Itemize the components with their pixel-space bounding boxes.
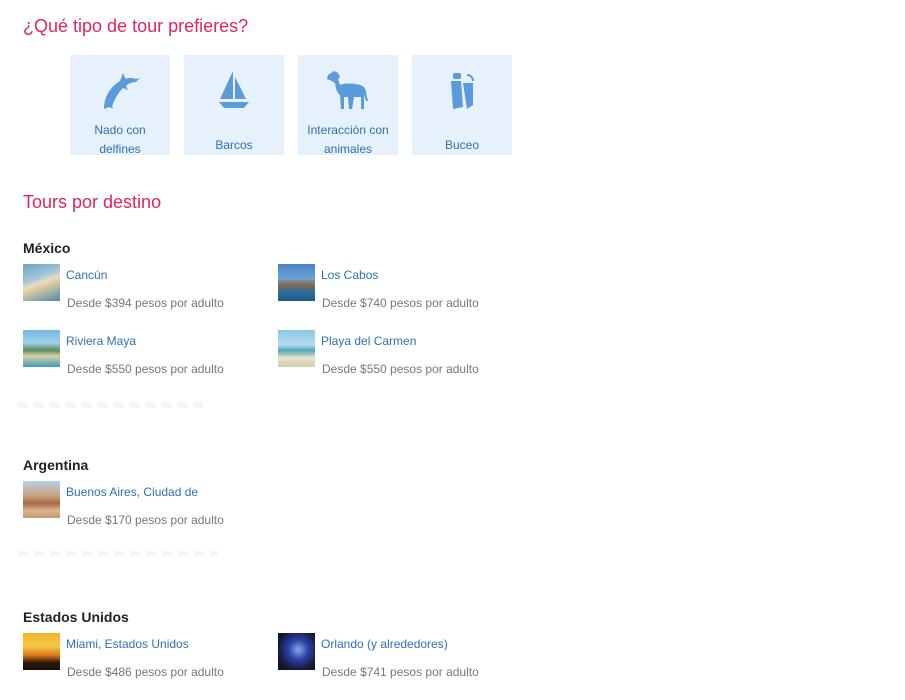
tour-type-label: Interacción con animales bbox=[307, 123, 389, 156]
tour-type-boats[interactable]: Barcos bbox=[184, 55, 284, 155]
sailboat-icon bbox=[216, 69, 252, 111]
destination-price: Desde $550 pesos por adulto bbox=[322, 362, 479, 376]
destination-item: Orlando (y alrededores) Desde $741 pesos… bbox=[278, 633, 518, 679]
destination-link[interactable]: Cancún bbox=[66, 268, 107, 282]
tour-type-label: Nado con delfines bbox=[94, 123, 146, 156]
destination-thumbnail[interactable] bbox=[278, 264, 315, 301]
country-heading: México bbox=[23, 240, 71, 256]
horse-icon bbox=[324, 69, 372, 111]
tour-type-label: Buceo bbox=[444, 138, 480, 152]
destination-item: Cancún Desde $394 pesos por adulto bbox=[23, 264, 263, 310]
country-heading: Argentina bbox=[23, 457, 89, 473]
destination-price: Desde $550 pesos por adulto bbox=[67, 362, 224, 376]
tour-type-list: Nado con delfines Barcos Interacción con… bbox=[70, 55, 512, 156]
destination-item: Miami, Estados Unidos Desde $486 pesos p… bbox=[23, 633, 263, 679]
tour-type-diving[interactable]: Buceo bbox=[412, 55, 512, 155]
tour-type-animals[interactable]: Interacción con animales bbox=[298, 55, 398, 156]
destination-price: Desde $740 pesos por adulto bbox=[322, 296, 479, 310]
destinations-heading: Tours por destino bbox=[23, 192, 162, 212]
destination-link[interactable]: Los Cabos bbox=[321, 268, 378, 282]
destination-item: Los Cabos Desde $740 pesos por adulto bbox=[278, 264, 518, 310]
destination-link[interactable]: Miami, Estados Unidos bbox=[66, 637, 189, 651]
destination-thumbnail[interactable] bbox=[23, 264, 60, 301]
destination-item: Riviera Maya Desde $550 pesos por adulto bbox=[23, 330, 263, 376]
faded-separator bbox=[18, 402, 203, 408]
destination-link[interactable]: Riviera Maya bbox=[66, 334, 136, 348]
destination-price: Desde $170 pesos por adulto bbox=[67, 513, 224, 527]
destination-price: Desde $741 pesos por adulto bbox=[322, 665, 479, 679]
destination-link[interactable]: Buenos Aires, Ciudad de bbox=[66, 485, 198, 499]
destination-thumbnail[interactable] bbox=[278, 330, 315, 367]
destination-link[interactable]: Playa del Carmen bbox=[321, 334, 416, 348]
tour-type-dolphins[interactable]: Nado con delfines bbox=[70, 55, 170, 156]
faded-separator bbox=[18, 551, 218, 557]
destination-thumbnail[interactable] bbox=[23, 633, 60, 670]
destination-price: Desde $394 pesos por adulto bbox=[67, 296, 224, 310]
destination-price: Desde $486 pesos por adulto bbox=[67, 665, 224, 679]
country-heading: Estados Unidos bbox=[23, 609, 129, 625]
destination-item: Playa del Carmen Desde $550 pesos por ad… bbox=[278, 330, 518, 376]
destination-link[interactable]: Orlando (y alrededores) bbox=[321, 637, 448, 651]
destination-thumbnail[interactable] bbox=[23, 330, 60, 367]
tour-type-label: Barcos bbox=[215, 138, 253, 152]
tour-type-heading: ¿Qué tipo de tour prefieres? bbox=[23, 16, 249, 36]
dolphin-icon bbox=[98, 69, 142, 111]
scuba-gear-icon bbox=[447, 69, 477, 111]
destination-thumbnail[interactable] bbox=[23, 481, 60, 518]
destination-thumbnail[interactable] bbox=[278, 633, 315, 670]
destination-item: Buenos Aires, Ciudad de Desde $170 pesos… bbox=[23, 481, 263, 527]
